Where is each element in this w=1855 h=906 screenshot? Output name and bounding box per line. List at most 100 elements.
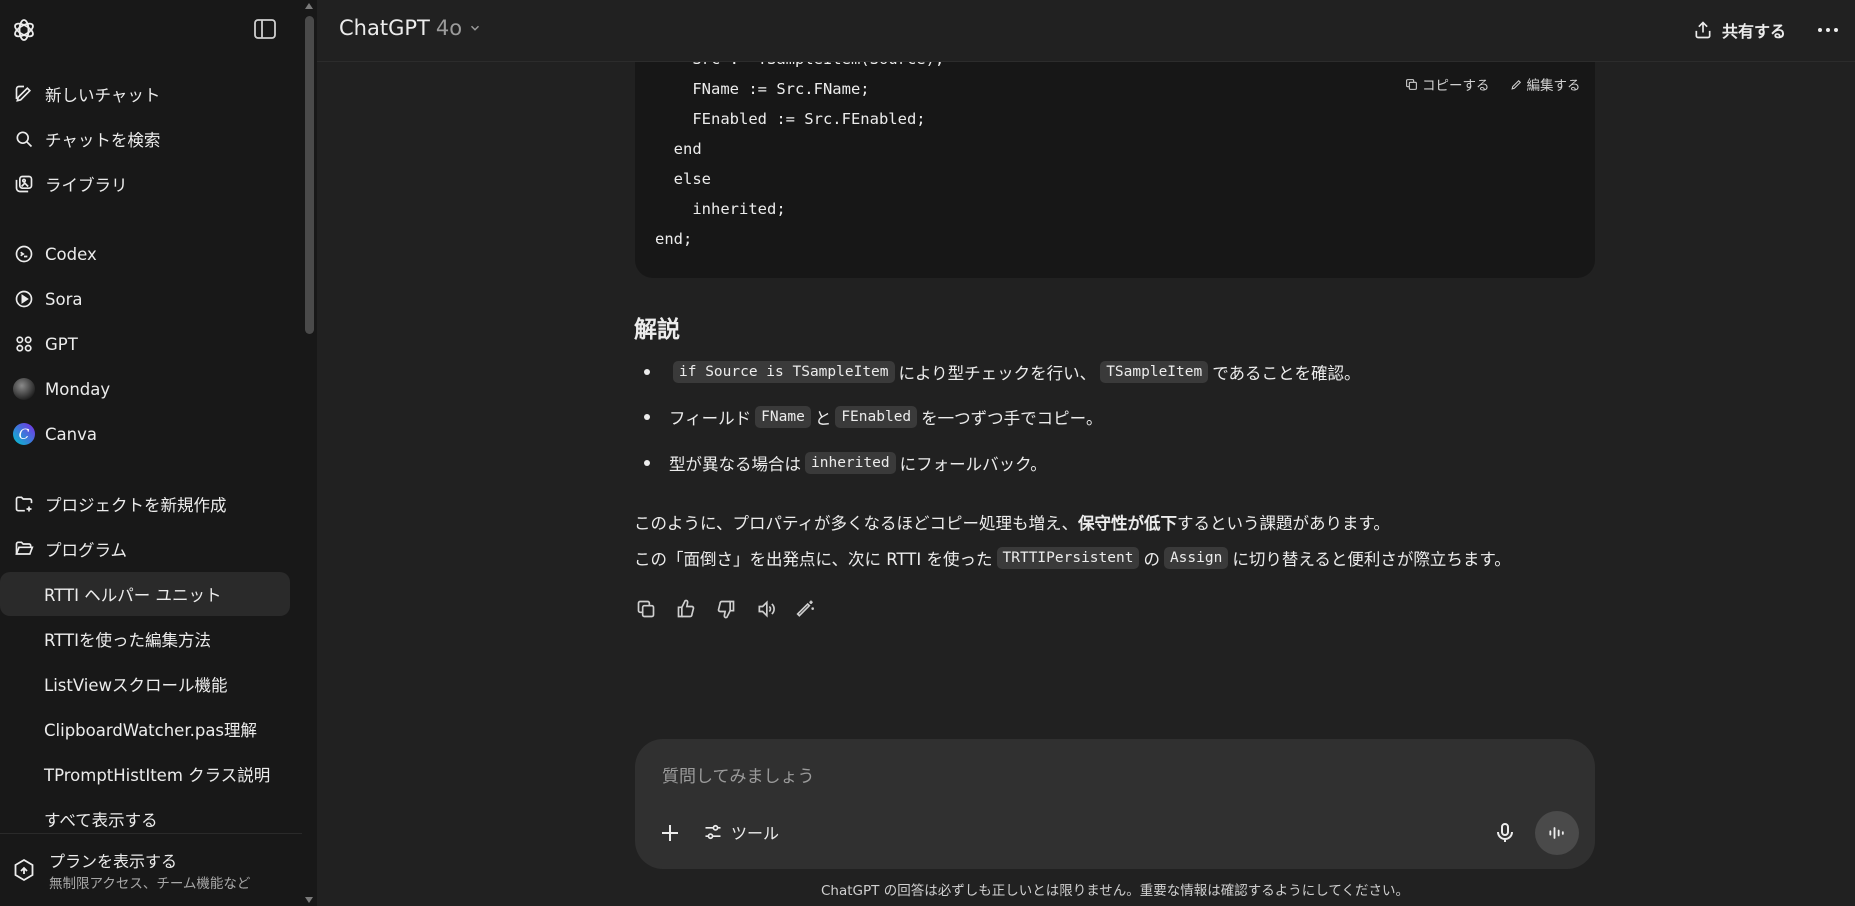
paragraph-text: するという課題があります。 <box>1177 514 1390 533</box>
share-button[interactable]: 共有する <box>1693 14 1786 46</box>
search-icon <box>12 127 36 151</box>
chevron-down-icon <box>471 25 480 31</box>
list-text: であることを確認。 <box>1212 364 1361 383</box>
list-item: if Source is TSampleItem により型チェックを行い、 TS… <box>644 360 1361 384</box>
disclaimer-text: ChatGPT の回答は必ずしも正しいとは限りません。重要な情報は確認するように… <box>821 883 1409 899</box>
library-button[interactable]: ライブラリ <box>0 162 290 206</box>
paragraph-text: この「面倒さ」を出発点に、次に RTTI を使った <box>634 550 993 569</box>
answer-section-title: 解説 <box>634 317 680 343</box>
toggle-sidebar-button[interactable] <box>254 19 276 39</box>
app-monday-label: Monday <box>45 379 111 399</box>
sidebar-toggle-icon <box>254 19 276 39</box>
model-version: 4o <box>435 16 463 40</box>
paragraph-text: に切り替えると便利さが際立ちます。 <box>1232 550 1511 569</box>
bullet-dot <box>644 414 650 420</box>
app-gpt-label: GPT <box>45 334 78 354</box>
code-line: end; <box>655 230 693 248</box>
app-sora[interactable]: Sora <box>0 277 290 321</box>
openai-logo[interactable] <box>11 17 37 43</box>
copy-message-button[interactable] <box>634 597 658 621</box>
scrollbar-thumb[interactable] <box>305 16 314 334</box>
edit-icon <box>1510 79 1521 90</box>
thumbs-up-button[interactable] <box>674 597 698 621</box>
sliders-icon <box>705 824 721 840</box>
voice-mode-button[interactable] <box>1535 811 1579 855</box>
app-sora-label: Sora <box>45 289 83 309</box>
plan-subtitle: 無制限アクセス、チーム機能など <box>49 876 251 892</box>
thumbs-up-icon <box>677 599 695 618</box>
inline-code: TRTTIPersistent <box>996 547 1140 569</box>
code-text: Src := TSampleItem(Source); FName := Src… <box>655 44 944 254</box>
upgrade-icon <box>12 858 36 882</box>
list-text: にフォールバック。 <box>899 455 1047 474</box>
code-line: else <box>673 170 711 188</box>
app-codex[interactable]: Codex <box>0 232 290 276</box>
sidebar-scrollbar[interactable] <box>302 0 317 906</box>
model-selector[interactable]: ChatGPT 4o <box>339 16 482 40</box>
new-chat-label: 新しいチャット <box>45 86 161 105</box>
chat-item[interactable]: RTTIを使った編集方法 <box>0 617 290 661</box>
folder-open-icon <box>12 537 36 561</box>
attach-button[interactable] <box>657 820 683 846</box>
edit-code-button[interactable]: 編集する <box>1510 74 1581 94</box>
project-program[interactable]: プログラム <box>0 527 290 571</box>
copy-code-button[interactable]: コピーする <box>1405 74 1490 94</box>
paragraph-text: の <box>1143 550 1160 569</box>
bullet-dot <box>644 460 650 466</box>
paragraph-text: このように、プロパティが多くなるほどコピー処理も増え、 <box>634 514 1079 533</box>
bullet-dot <box>644 369 650 375</box>
view-plans-button[interactable]: プランを表示する 無制限アクセス、チーム機能など <box>0 833 302 906</box>
chat-item[interactable]: TPromptHistItem クラス説明 <box>0 752 290 796</box>
edit-code-label: 編集する <box>1526 78 1581 94</box>
list-text: と <box>814 409 832 428</box>
new-folder-icon <box>12 492 36 516</box>
svg-text:C: C <box>19 427 30 443</box>
read-aloud-button[interactable] <box>754 597 778 621</box>
thumbs-down-icon <box>717 600 735 619</box>
search-chats-label: チャットを検索 <box>45 131 161 150</box>
app-canva[interactable]: C Canva <box>0 412 290 456</box>
code-line: inherited; <box>692 200 786 218</box>
top-header: ChatGPT 4o 共有する <box>317 0 1855 62</box>
answer-paragraph: このように、プロパティが多くなるほどコピー処理も増え、 保守性が低下 するという… <box>634 510 1390 534</box>
copy-icon <box>637 600 655 618</box>
scroll-down-arrow[interactable] <box>305 897 313 903</box>
new-project-label: プロジェクトを新規作成 <box>45 496 227 515</box>
tools-button[interactable]: ツール <box>703 820 779 844</box>
app-canva-label: Canva <box>45 424 97 444</box>
composer-placeholder[interactable]: 質問してみましょう <box>662 762 815 787</box>
new-project-button[interactable]: プロジェクトを新規作成 <box>0 482 290 526</box>
model-name: ChatGPT <box>339 16 430 40</box>
message-actions <box>634 597 818 621</box>
new-chat-button[interactable]: 新しいチャット <box>0 72 290 116</box>
sora-icon <box>12 287 36 311</box>
plan-title: プランを表示する <box>49 852 178 871</box>
chat-item[interactable]: ListViewスクロール機能 <box>0 662 290 706</box>
more-options-button[interactable] <box>1813 16 1843 44</box>
regenerate-button[interactable] <box>794 597 818 621</box>
app-gpt[interactable]: GPT <box>0 322 290 366</box>
inline-code: if Source is TSampleItem <box>673 361 895 383</box>
canva-icon: C <box>12 422 36 446</box>
app-codex-label: Codex <box>45 244 97 264</box>
library-label: ライブラリ <box>45 176 128 195</box>
search-chats-button[interactable]: チャットを検索 <box>0 117 290 161</box>
message-composer[interactable]: 質問してみましょう ツール <box>635 739 1595 869</box>
inline-code: TSampleItem <box>1100 361 1209 383</box>
scroll-up-arrow[interactable] <box>305 3 313 9</box>
code-line: FName := Src.FName; <box>692 80 870 98</box>
plus-icon <box>662 825 678 841</box>
app-monday[interactable]: Monday <box>0 367 290 411</box>
list-text: 型が異なる場合は <box>669 455 801 474</box>
thumbs-down-button[interactable] <box>714 597 738 621</box>
microphone-icon <box>1497 823 1513 842</box>
list-item: フィールド FName と FEnabled を一つずつ手でコピー。 <box>644 405 1103 429</box>
monday-avatar <box>12 377 36 401</box>
chat-item-active[interactable]: RTTI ヘルパー ユニット <box>0 572 290 616</box>
inline-code: Assign <box>1163 547 1229 569</box>
magic-wand-icon <box>796 600 814 617</box>
dictate-button[interactable] <box>1493 821 1517 845</box>
share-label: 共有する <box>1722 22 1787 41</box>
list-text: により型チェックを行い、 <box>898 364 1097 383</box>
chat-item[interactable]: ClipboardWatcher.pas理解 <box>0 707 290 751</box>
